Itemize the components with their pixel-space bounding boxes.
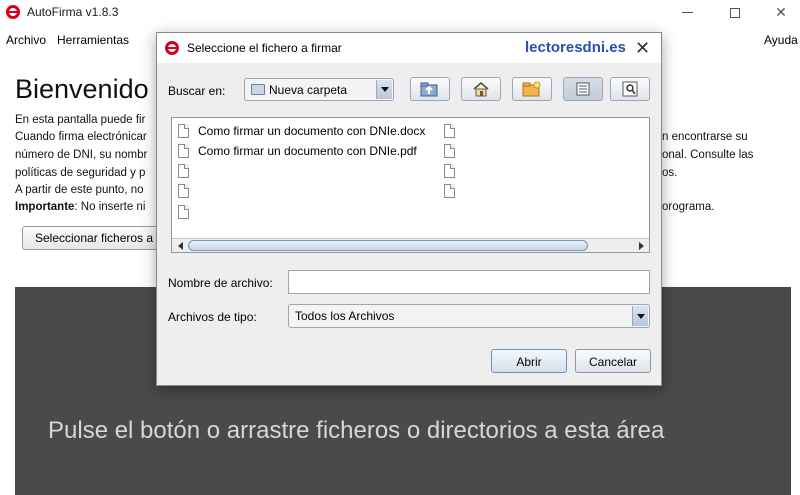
menu-herramientas[interactable]: Herramientas — [57, 33, 129, 47]
welcome-heading: Bienvenido — [15, 74, 149, 104]
cancel-button[interactable]: Cancelar — [575, 349, 651, 373]
new-folder-icon — [522, 81, 541, 97]
autofirma-logo-icon — [165, 41, 179, 55]
list-view-button[interactable] — [563, 77, 603, 101]
document-icon — [178, 184, 189, 198]
menu-archivo[interactable]: Archivo — [6, 33, 46, 47]
filename-input[interactable] — [288, 270, 650, 294]
up-folder-icon — [420, 82, 438, 97]
file-item-placeholder[interactable] — [178, 183, 189, 199]
file-item-pdf[interactable]: Como firmar un documento con DNIe.pdf — [178, 143, 417, 159]
minimize-button[interactable] — [664, 0, 710, 25]
important-text: : No inserte ni — [74, 201, 146, 213]
document-icon — [178, 144, 189, 158]
horizontal-scrollbar[interactable] — [172, 238, 649, 252]
intro-line-5: A partir de este punto, no — [15, 184, 144, 196]
look-in-combo[interactable]: Nueva carpeta — [244, 78, 394, 101]
right-fragment-2: onal. Consulte las — [662, 149, 754, 161]
minimize-icon — [681, 12, 693, 13]
scroll-thumb[interactable] — [188, 240, 588, 251]
main-titlebar: AutoFirma v1.8.3 ✕ — [0, 0, 800, 25]
document-icon — [444, 164, 455, 178]
intro-line-3: número de DNI, su nombr — [15, 149, 148, 161]
right-fragment-1: n encontrarse su — [662, 131, 748, 143]
filename-label: Nombre de archivo: — [168, 276, 273, 290]
scroll-left-icon[interactable] — [173, 239, 187, 252]
look-in-value: Nueva carpeta — [269, 83, 348, 97]
document-icon — [178, 205, 189, 219]
home-button[interactable] — [461, 77, 501, 101]
intro-line-1: En esta pantalla puede fir — [15, 114, 146, 126]
close-icon: ✕ — [775, 4, 787, 20]
important-label: Importante — [15, 201, 75, 213]
up-folder-button[interactable] — [410, 77, 450, 101]
intro-line-4: políticas de seguridad y p — [15, 167, 146, 179]
document-icon — [178, 164, 189, 178]
details-view-button[interactable] — [610, 77, 650, 101]
dialog-titlebar: Seleccione el fichero a firmar lectoresd… — [157, 33, 661, 63]
filetype-value: Todos los Archivos — [295, 309, 395, 323]
dialog-close-button[interactable]: ✕ — [635, 38, 650, 59]
new-folder-button[interactable] — [512, 77, 552, 101]
open-button[interactable]: Abrir — [491, 349, 567, 373]
autofirma-logo-icon — [6, 5, 20, 19]
file-item-placeholder[interactable] — [444, 163, 455, 179]
details-view-icon — [622, 81, 638, 97]
file-item-placeholder[interactable] — [444, 143, 455, 159]
file-item-placeholder[interactable] — [178, 163, 189, 179]
file-item-docx[interactable]: Como firmar un documento con DNIe.docx — [178, 123, 425, 139]
document-icon — [444, 124, 455, 138]
list-view-icon — [576, 82, 590, 96]
scroll-right-icon[interactable] — [634, 239, 648, 252]
watermark-text: lectoresdni.es — [525, 39, 626, 56]
home-icon — [473, 82, 489, 97]
chevron-down-icon — [632, 306, 648, 326]
document-icon — [178, 124, 189, 138]
close-window-button[interactable]: ✕ — [758, 0, 800, 25]
maximize-button[interactable] — [712, 0, 758, 25]
filetype-combo[interactable]: Todos los Archivos — [288, 304, 650, 328]
file-item-placeholder[interactable] — [178, 204, 189, 220]
document-icon — [444, 144, 455, 158]
look-in-label: Buscar en: — [168, 84, 226, 98]
file-name: Como firmar un documento con DNIe.pdf — [198, 144, 417, 158]
filetype-label: Archivos de tipo: — [168, 310, 257, 324]
intro-line-2: Cuando firma electrónicar — [15, 131, 147, 143]
right-fragment-4: orograma. — [662, 201, 715, 213]
file-name: Como firmar un documento con DNIe.docx — [198, 124, 426, 138]
chevron-down-icon — [376, 80, 392, 99]
folder-icon — [251, 84, 265, 95]
important-line: Importante: No inserte ni — [15, 201, 145, 213]
right-fragment-3: os. — [662, 167, 678, 179]
file-item-placeholder[interactable] — [444, 183, 455, 199]
drop-hint: Pulse el botón o arrastre ficheros o dir… — [48, 417, 665, 444]
maximize-icon — [730, 7, 740, 18]
file-list[interactable]: Como firmar un documento con DNIe.docx C… — [171, 117, 650, 253]
dialog-title: Seleccione el fichero a firmar — [187, 41, 342, 55]
file-chooser-dialog: Seleccione el fichero a firmar lectoresd… — [156, 32, 662, 386]
file-item-placeholder[interactable] — [444, 123, 455, 139]
menu-ayuda[interactable]: Ayuda — [764, 33, 798, 47]
document-icon — [444, 184, 455, 198]
window-title: AutoFirma v1.8.3 — [27, 5, 119, 19]
